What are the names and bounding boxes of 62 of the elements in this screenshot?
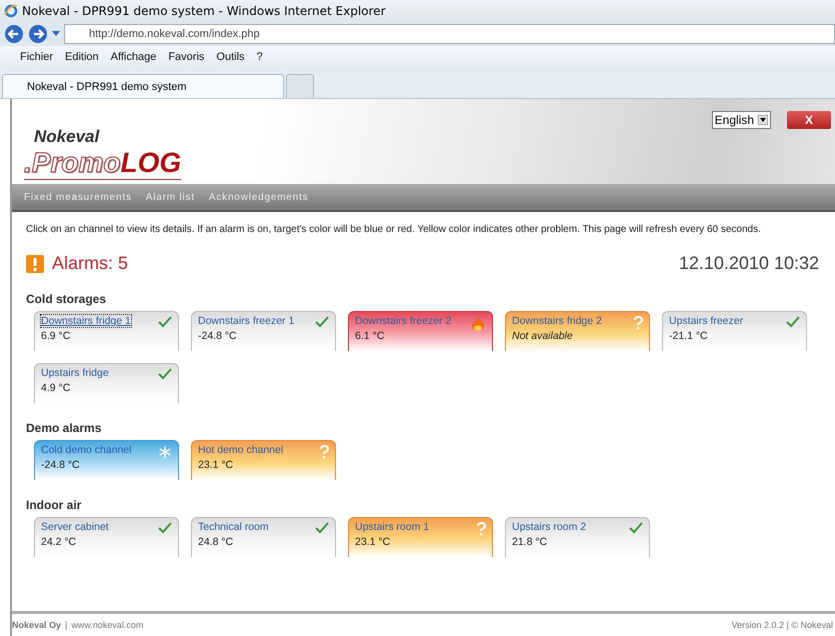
channel-card[interactable]: Upstairs fridge 4.9 °C (34, 363, 179, 403)
channel-link[interactable]: Upstairs room 1 (355, 521, 430, 533)
group-title: Indoor air (26, 498, 82, 512)
channel-link[interactable]: Upstairs freezer (669, 315, 744, 327)
warning-icon (26, 254, 44, 272)
channel-link[interactable]: Technical room (198, 521, 269, 533)
channel-link[interactable]: Downstairs fridge 1 (41, 315, 131, 327)
channel-link[interactable]: Hot demo channel (198, 444, 284, 456)
window-title: Nokeval - DPR991 demo system - Windows Internet Explorer (22, 4, 386, 18)
channel-value: -21.1 °C (669, 330, 709, 342)
logo-brand: Nokeval (33, 127, 100, 147)
channel-card[interactable]: Hot demo channel 23.1 °C (191, 440, 336, 480)
menu-item[interactable]: Favoris (168, 51, 204, 63)
menu-item[interactable]: ? (256, 51, 263, 63)
browser-tab[interactable]: Nokeval - DPR991 demo system (2, 74, 284, 98)
channel-value: 6.1 °C (355, 330, 386, 342)
channel-card[interactable]: Downstairs freezer 1 -24.8 °C (191, 311, 336, 351)
version-text: Version 2.0.2 | © Nokeval (731, 620, 833, 630)
address-field[interactable]: http://demo.nokeval.com/index.php (64, 24, 835, 44)
company-name: Nokeval Oy (12, 620, 62, 630)
logo-product: .PromoLOG (24, 147, 182, 180)
separator-text: | (65, 620, 68, 630)
channel-value: 24.2 °C (41, 536, 78, 548)
logout-button[interactable]: X (787, 111, 831, 129)
channel-value: -24.8 °C (198, 330, 238, 342)
channel-link[interactable]: Server cabinet (41, 521, 109, 533)
dropdown-arrow-icon[interactable] (758, 115, 768, 125)
channel-link[interactable]: Upstairs fridge (41, 367, 109, 379)
channel-value: -24.8 °C (41, 459, 81, 471)
channel-card[interactable]: Downstairs freezer 2 6.1 °C (348, 311, 493, 351)
channel-card[interactable]: Upstairs room 1 23.1 °C (348, 517, 493, 557)
group-title: Demo alarms (26, 421, 102, 435)
channel-card[interactable]: Upstairs room 2 21.8 °C (505, 517, 650, 557)
channel-card[interactable]: Upstairs freezer -21.1 °C (662, 311, 807, 351)
back-button-icon[interactable] (4, 24, 24, 44)
date-time: 12.10.2010 10:32 (678, 253, 819, 274)
channel-link[interactable]: Downstairs freezer 1 (198, 315, 294, 327)
channel-link[interactable]: Upstairs room 2 (512, 521, 586, 533)
channel-value: 21.8 °C (512, 536, 548, 548)
info-text: Click on an channel to view its details. If an alarm is on, target's color will be blue or red. Yellow color indicates other problem. This page will refresh every 60 seconds. (26, 224, 762, 235)
alarm-count: Alarms: 5 (52, 253, 128, 274)
channel-card[interactable]: Downstairs fridge 2 Not available (505, 311, 650, 351)
menu-item[interactable]: Affichage (110, 51, 156, 63)
channel-value: 23.1 °C (198, 459, 234, 471)
website-link[interactable]: www.nokeval.com (71, 620, 144, 630)
channel-value: 24.8 °C (198, 536, 234, 548)
menu-item[interactable]: Outils (216, 51, 245, 63)
language-select[interactable]: English (712, 111, 771, 129)
channel-value: 6.9 °C (41, 330, 72, 342)
channel-value: 4.9 °C (41, 382, 72, 394)
channel-card[interactable]: Server cabinet 24.2 °C (34, 517, 179, 557)
group-title: Cold storages (26, 292, 108, 306)
channel-value: 23.1 °C (355, 536, 392, 548)
browser-logo-icon (4, 4, 18, 18)
channel-card[interactable]: Cold demo channel -24.8 °C (34, 440, 179, 480)
channel-card[interactable]: Downstairs fridge 1 6.9 °C (34, 311, 179, 351)
channel-card[interactable]: Technical room 24.8 °C (191, 517, 336, 557)
forward-button-icon[interactable] (28, 24, 48, 44)
channel-link[interactable]: Downstairs fridge 2 (512, 315, 602, 327)
menu-item[interactable]: Edition (65, 51, 99, 63)
menu-item[interactable]: Fichier (20, 51, 54, 63)
channel-value: Not available (512, 330, 574, 342)
